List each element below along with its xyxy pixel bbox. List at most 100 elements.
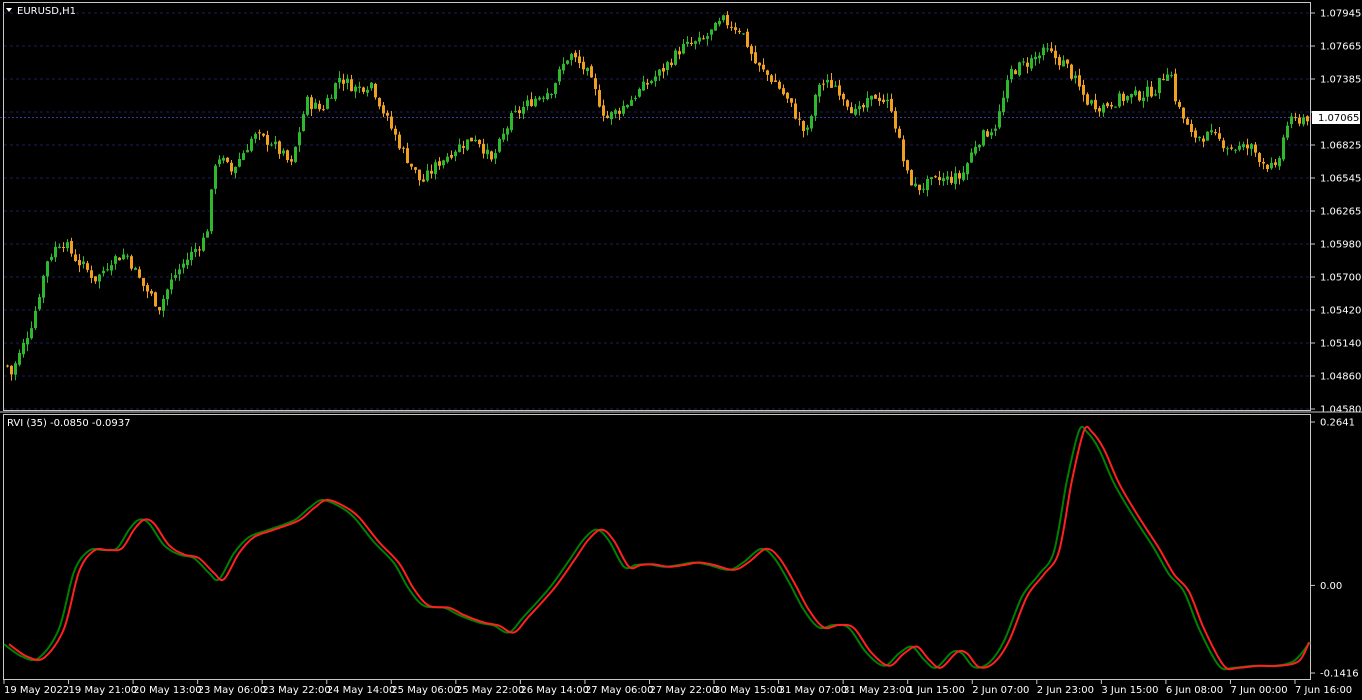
- candle-body: [162, 298, 165, 311]
- time-tick-label: 6 Jun 08:00: [1166, 685, 1223, 696]
- candle-body: [990, 132, 993, 136]
- candle-body: [534, 98, 537, 107]
- candle-body: [302, 114, 305, 132]
- candle-body: [94, 276, 97, 282]
- candle-body: [358, 86, 361, 88]
- price-tick-label: 1.07945: [1320, 9, 1361, 20]
- candle-body: [874, 94, 877, 99]
- candle-body: [1130, 94, 1133, 98]
- candle-body: [374, 83, 377, 98]
- candle-body: [1302, 117, 1305, 125]
- candle-body: [258, 132, 261, 134]
- candle-body: [542, 97, 545, 99]
- price-tick-label: 1.06265: [1320, 207, 1361, 218]
- candle-body: [450, 154, 453, 158]
- candle-body: [150, 291, 153, 294]
- candle-body: [1010, 68, 1013, 80]
- candle-body: [14, 363, 17, 375]
- candle-body: [938, 177, 941, 181]
- candle-body: [1262, 161, 1265, 164]
- candle-body: [510, 113, 513, 131]
- candle-body: [502, 133, 505, 140]
- rvi-tick-label: 0.2641: [1320, 418, 1355, 429]
- candle-body: [482, 143, 485, 154]
- candle-body: [38, 297, 41, 310]
- candle-body: [822, 83, 825, 85]
- candle-body: [1054, 50, 1057, 59]
- time-tick-label: 2 Jun 23:00: [1037, 685, 1094, 696]
- candle-body: [970, 152, 973, 163]
- candle-body: [246, 149, 249, 153]
- candle-body: [478, 139, 481, 145]
- candle-body: [714, 22, 717, 31]
- candle-body: [634, 97, 637, 99]
- time-tick-label: 3 Jun 15:00: [1101, 685, 1158, 696]
- candle-body: [638, 89, 641, 97]
- candle-body: [146, 285, 149, 292]
- candle-body: [366, 89, 369, 93]
- candle-body: [294, 146, 297, 162]
- candle-body: [878, 97, 881, 102]
- candle-body: [782, 88, 785, 95]
- candle-body: [950, 176, 953, 183]
- candle-body: [718, 21, 721, 25]
- candle-body: [234, 166, 237, 174]
- time-tick-label: 2 Jun 07:00: [972, 685, 1029, 696]
- candle-body: [322, 109, 325, 111]
- candle-body: [1066, 59, 1069, 64]
- time-tick-label: 19 May 2022: [4, 685, 69, 696]
- price-tick-label: 1.05980: [1320, 240, 1361, 251]
- candle-body: [282, 150, 285, 154]
- time-tick-label: 20 May 13:00: [133, 685, 202, 696]
- price-tick-label: 1.04580: [1320, 405, 1361, 416]
- chart-background: [0, 0, 1362, 700]
- candle-body: [866, 98, 869, 108]
- candle-body: [1198, 136, 1201, 139]
- candle-body: [462, 146, 465, 148]
- candle-body: [1078, 75, 1081, 87]
- candle-body: [1082, 84, 1085, 95]
- candle-body: [1006, 80, 1009, 99]
- candle-body: [1274, 162, 1277, 165]
- candle-body: [526, 100, 529, 107]
- candle-body: [1218, 133, 1221, 139]
- candle-body: [982, 130, 985, 146]
- candle-body: [1294, 117, 1297, 119]
- candle-body: [986, 131, 989, 137]
- candle-body: [706, 36, 709, 39]
- candle-body: [326, 98, 329, 109]
- candle-body: [666, 62, 669, 71]
- candle-body: [306, 96, 309, 115]
- candle-body: [958, 173, 961, 179]
- candle-body: [250, 138, 253, 151]
- candle-body: [270, 144, 273, 146]
- candle-body: [870, 95, 873, 100]
- candle-body: [330, 97, 333, 99]
- time-tick-label: 25 May 06:00: [391, 685, 460, 696]
- candle-body: [998, 111, 1001, 128]
- candle-body: [398, 134, 401, 149]
- candle-body: [78, 260, 81, 266]
- candle-body: [1242, 144, 1245, 148]
- candle-body: [686, 41, 689, 44]
- candle-body: [1178, 102, 1181, 107]
- candle-body: [370, 82, 373, 89]
- time-tick-label: 27 May 22:00: [650, 685, 719, 696]
- time-tick-label: 27 May 06:00: [585, 685, 654, 696]
- candle-body: [1118, 93, 1121, 107]
- candle-body: [154, 292, 157, 307]
- candle-body: [702, 38, 705, 40]
- candle-body: [210, 189, 213, 232]
- candle-body: [466, 139, 469, 150]
- candle-body: [1150, 86, 1153, 97]
- candle-body: [26, 338, 29, 345]
- candle-body: [1058, 57, 1061, 66]
- time-tick-label: 23 May 22:00: [262, 685, 331, 696]
- candle-body: [334, 83, 337, 100]
- candle-body: [1250, 144, 1253, 149]
- candle-body: [694, 41, 697, 44]
- candle-body: [474, 139, 477, 142]
- candle-body: [854, 108, 857, 115]
- time-tick-label: 31 May 23:00: [843, 685, 912, 696]
- candle-body: [430, 170, 433, 174]
